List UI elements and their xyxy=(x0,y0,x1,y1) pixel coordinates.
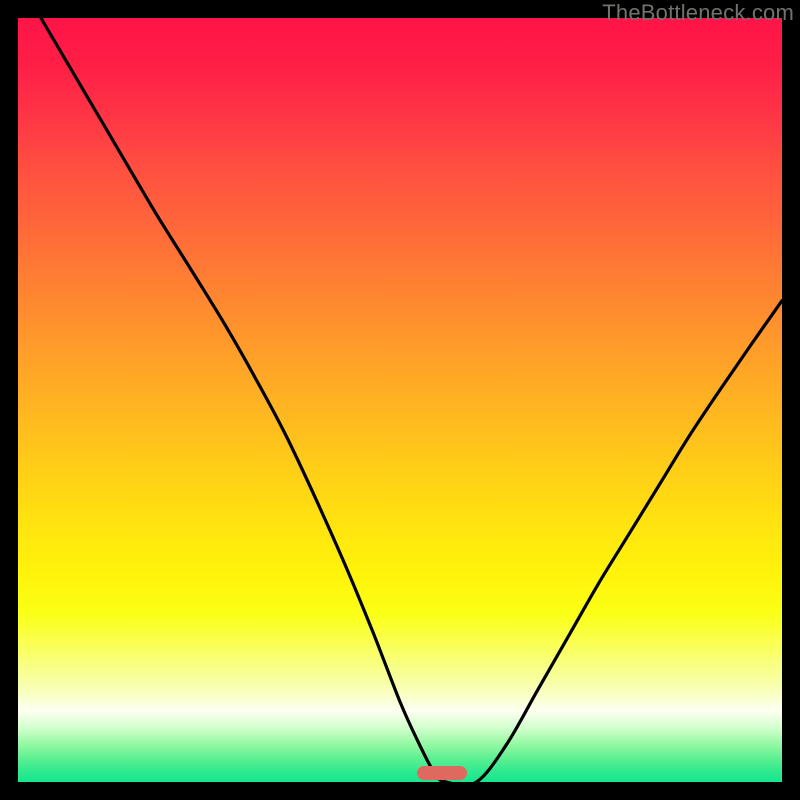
optimal-range-marker xyxy=(417,766,467,780)
watermark-text: TheBottleneck.com xyxy=(602,0,794,26)
plot-area xyxy=(18,18,782,782)
bottleneck-curve xyxy=(18,18,782,782)
chart-frame: TheBottleneck.com xyxy=(0,0,800,800)
